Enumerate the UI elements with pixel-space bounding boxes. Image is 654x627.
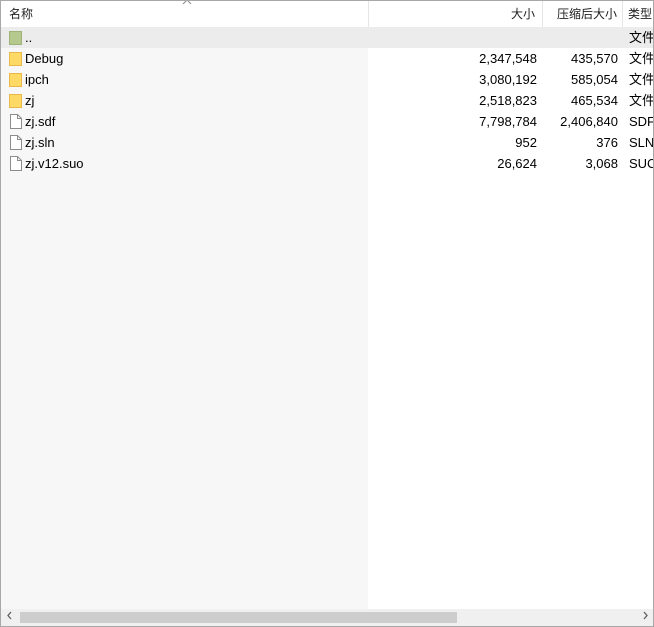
- row-packed-size: 2,406,840: [560, 114, 618, 129]
- scroll-left-button[interactable]: [1, 609, 18, 626]
- row-name: ..: [25, 30, 33, 45]
- file-list-window: 名称 大小 压缩后大小 类型 .. 文件 Debug 2,347,548 435…: [0, 0, 654, 627]
- table-row-zj[interactable]: zj 2,518,823 465,534 文件: [1, 90, 654, 111]
- row-packed-size: 3,068: [585, 156, 618, 171]
- scroll-track[interactable]: [18, 609, 637, 626]
- horizontal-scrollbar[interactable]: [1, 609, 653, 626]
- row-type: SUC: [629, 156, 654, 171]
- row-type: 文件: [629, 30, 654, 45]
- row-type: 文件: [629, 93, 654, 108]
- table-row-parent[interactable]: .. 文件: [1, 27, 654, 48]
- header-packed-label: 压缩后大小: [556, 7, 617, 21]
- row-size: 952: [515, 135, 537, 150]
- table-row-zj-sdf[interactable]: zj.sdf 7,798,784 2,406,840 SDF: [1, 111, 654, 132]
- column-header: 名称 大小 压缩后大小 类型: [1, 1, 653, 28]
- chevron-left-icon: [6, 611, 13, 623]
- header-name[interactable]: 名称: [1, 1, 369, 27]
- scroll-right-button[interactable]: [637, 609, 653, 626]
- header-size-label: 大小: [510, 7, 535, 21]
- scroll-thumb[interactable]: [20, 612, 457, 623]
- row-size: 3,080,192: [479, 72, 537, 87]
- parent-folder-icon: [9, 30, 22, 45]
- row-packed-size: 376: [596, 135, 618, 150]
- row-size: 26,624: [497, 156, 537, 171]
- folder-icon: [9, 93, 22, 108]
- row-type: 文件: [629, 72, 654, 87]
- header-type-label: 类型: [628, 7, 653, 21]
- folder-icon: [9, 72, 22, 87]
- sort-ascending-icon: [181, 1, 193, 8]
- header-type[interactable]: 类型: [623, 1, 653, 27]
- header-size[interactable]: 大小: [369, 1, 543, 27]
- table-row-zj-sln[interactable]: zj.sln 952 376 SLN: [1, 132, 654, 153]
- table-row-debug[interactable]: Debug 2,347,548 435,570 文件: [1, 48, 654, 69]
- row-size: 2,518,823: [479, 93, 537, 108]
- row-name: Debug: [25, 51, 64, 66]
- table-row-zj-v12-suo[interactable]: zj.v12.suo 26,624 3,068 SUC: [1, 153, 654, 174]
- row-packed-size: 435,570: [571, 51, 618, 66]
- row-name: zj.sdf: [25, 114, 56, 129]
- file-icon: [9, 156, 22, 171]
- row-type: SLN: [629, 135, 654, 150]
- folder-icon: [9, 51, 22, 66]
- row-size: 7,798,784: [479, 114, 537, 129]
- row-size: 2,347,548: [479, 51, 537, 66]
- table-row-ipch[interactable]: ipch 3,080,192 585,054 文件: [1, 69, 654, 90]
- row-name: zj.sln: [25, 135, 55, 150]
- row-name: ipch: [25, 72, 49, 87]
- row-type: 文件: [629, 51, 654, 66]
- header-name-label: 名称: [9, 7, 34, 21]
- file-icon: [9, 114, 22, 129]
- row-type: SDF: [629, 114, 654, 129]
- row-name: zj: [25, 93, 35, 108]
- row-packed-size: 465,534: [571, 93, 618, 108]
- file-list: .. 文件 Debug 2,347,548 435,570 文件 ipch 3,…: [1, 27, 654, 174]
- file-icon: [9, 135, 22, 150]
- row-packed-size: 585,054: [571, 72, 618, 87]
- chevron-right-icon: [642, 611, 649, 623]
- header-packed-size[interactable]: 压缩后大小: [543, 1, 623, 27]
- row-name: zj.v12.suo: [25, 156, 84, 171]
